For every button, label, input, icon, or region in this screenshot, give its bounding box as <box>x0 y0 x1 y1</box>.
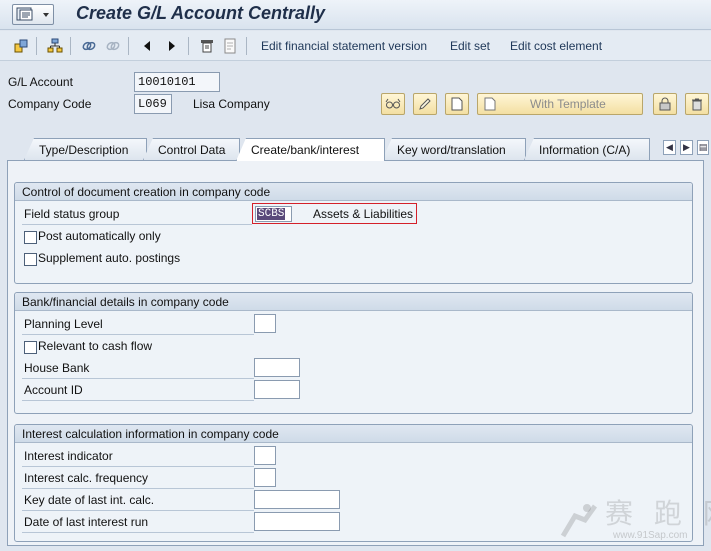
row-divider <box>22 488 254 489</box>
house-bank-label: House Bank <box>24 361 90 375</box>
interest-indicator-label: Interest indicator <box>24 449 113 463</box>
glasses-button[interactable] <box>381 93 405 115</box>
planning-level-label: Planning Level <box>24 317 103 331</box>
tab-list-icon[interactable]: ▤ <box>697 140 709 155</box>
interest-frequency-input[interactable] <box>254 468 276 487</box>
planning-level-input[interactable] <box>254 314 276 333</box>
trash-icon <box>692 98 702 111</box>
new-document-icon <box>451 97 463 111</box>
post-automatically-checkbox[interactable] <box>24 231 37 244</box>
house-bank-input[interactable] <box>254 358 300 377</box>
system-menu-button[interactable] <box>12 4 54 25</box>
field-status-group-label: Field status group <box>24 207 120 221</box>
chevron-down-icon <box>43 13 49 17</box>
document-icon[interactable] <box>221 37 239 55</box>
interest-indicator-input[interactable] <box>254 446 276 465</box>
key-date-label: Key date of last int. calc. <box>24 493 155 507</box>
edit-cost-element-button[interactable]: Edit cost element <box>510 39 602 53</box>
gl-account-label: G/L Account <box>8 75 73 89</box>
row-divider <box>22 532 254 533</box>
group-title: Interest calculation information in comp… <box>15 425 692 443</box>
tab-key-word-translation[interactable]: Key word/translation <box>382 138 526 160</box>
tab-scroll-left-icon[interactable]: ◀ <box>663 140 676 155</box>
pencil-icon <box>419 98 431 110</box>
tab-scroll-right-icon[interactable]: ▶ <box>680 140 693 155</box>
edit-fs-version-button[interactable]: Edit financial statement version <box>261 39 427 53</box>
next-icon[interactable] <box>163 37 181 55</box>
row-divider <box>22 334 254 335</box>
toolbar-separator <box>70 37 71 55</box>
watermark-text: 赛 跑 网 <box>605 497 711 530</box>
with-template-button[interactable]: With Template <box>477 93 643 115</box>
unlink-icon[interactable] <box>104 37 122 55</box>
relevant-cash-flow-label: Relevant to cash flow <box>38 339 153 353</box>
group-title: Control of document creation in company … <box>15 183 692 201</box>
application-toolbar: Edit financial statement version Edit se… <box>0 31 711 61</box>
print-icon[interactable] <box>198 37 216 55</box>
edit-button[interactable] <box>413 93 437 115</box>
tab-create-bank-interest[interactable]: Create/bank/interest <box>236 138 385 161</box>
group-title: Bank/financial details in company code <box>15 293 692 311</box>
with-template-label: With Template <box>530 97 606 111</box>
sap-menu-icon <box>16 7 33 21</box>
display-change-icon[interactable] <box>12 37 30 55</box>
post-automatically-label: Post automatically only <box>38 229 161 243</box>
date-last-run-label: Date of last interest run <box>24 515 149 529</box>
account-id-input[interactable] <box>254 380 300 399</box>
toolbar-separator <box>128 37 129 55</box>
field-status-group-description: Assets & Liabilities <box>313 207 414 221</box>
row-divider <box>22 378 254 379</box>
row-divider <box>22 400 254 401</box>
key-date-input[interactable] <box>254 490 340 509</box>
runner-logo-icon <box>560 504 598 538</box>
account-id-label: Account ID <box>24 383 83 397</box>
toolbar-separator <box>188 37 189 55</box>
delete-button[interactable] <box>685 93 709 115</box>
relevant-cash-flow-checkbox[interactable] <box>24 341 37 354</box>
toolbar-separator <box>246 37 247 55</box>
company-name: Lisa Company <box>193 97 270 111</box>
tab-strip: Type/Description Control Data Create/ban… <box>0 138 711 161</box>
interest-frequency-label: Interest calc. frequency <box>24 471 149 485</box>
row-divider <box>22 510 254 511</box>
lock-icon <box>659 97 671 111</box>
row-divider <box>22 224 252 225</box>
template-icon <box>484 97 496 111</box>
title-bar: Create G/L Account Centrally <box>0 0 711 30</box>
tab-type-description[interactable]: Type/Description <box>24 138 147 160</box>
date-last-run-input[interactable] <box>254 512 340 531</box>
glasses-icon <box>385 98 401 109</box>
company-code-field[interactable]: L069 <box>134 94 172 114</box>
edit-set-button[interactable]: Edit set <box>450 39 490 53</box>
row-divider <box>22 466 254 467</box>
supplement-postings-checkbox[interactable] <box>24 253 37 266</box>
tab-information-ca[interactable]: Information (C/A) <box>524 138 650 160</box>
link-icon[interactable] <box>80 37 98 55</box>
page-title: Create G/L Account Centrally <box>76 3 326 23</box>
supplement-postings-label: Supplement auto. postings <box>38 251 181 265</box>
previous-icon[interactable] <box>138 37 156 55</box>
field-status-group-field[interactable]: SCBS <box>255 206 292 222</box>
hierarchy-icon[interactable] <box>46 37 64 55</box>
gl-account-field[interactable]: 10010101 <box>134 72 220 92</box>
bank-financial-group: Bank/financial details in company code <box>14 292 693 414</box>
tab-control-data[interactable]: Control Data <box>143 138 240 160</box>
watermark-url: www.91Sap.com <box>613 530 688 541</box>
toolbar-separator <box>36 37 37 55</box>
lock-button[interactable] <box>653 93 677 115</box>
create-button[interactable] <box>445 93 469 115</box>
company-code-label: Company Code <box>8 97 92 111</box>
watermark: 赛 跑 网 www.91Sap.com <box>555 492 711 550</box>
field-status-group-value: SCBS <box>257 208 286 220</box>
